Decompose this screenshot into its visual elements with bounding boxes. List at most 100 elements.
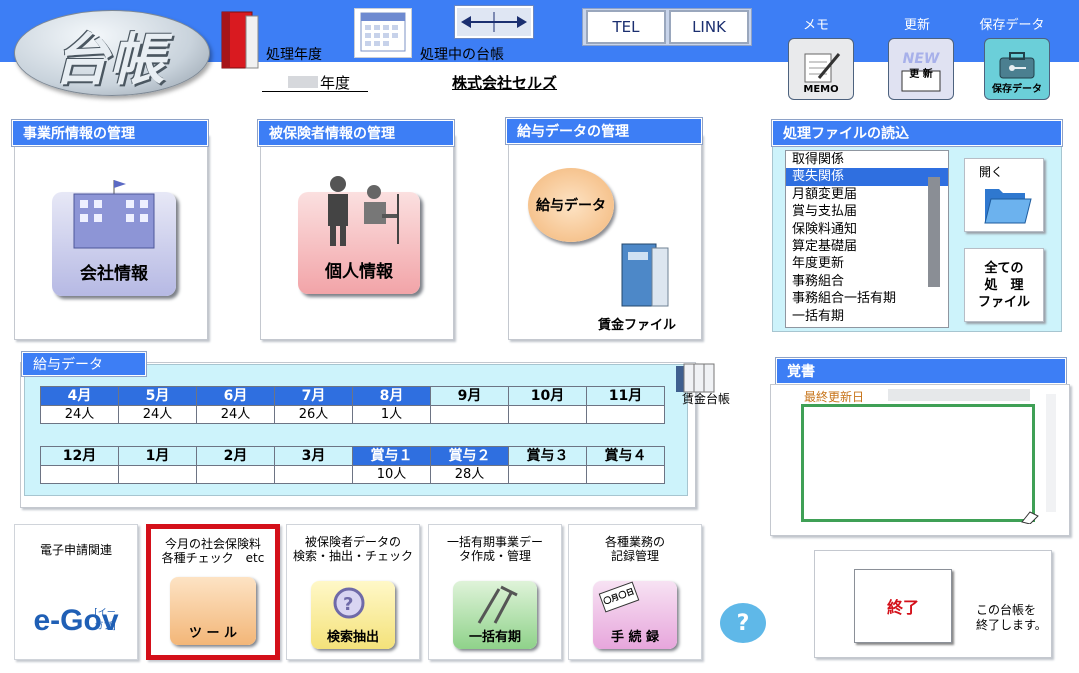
employee-count-cell bbox=[118, 465, 197, 484]
exit-button[interactable]: 終了 bbox=[854, 569, 952, 643]
svg-text:?: ? bbox=[343, 594, 353, 615]
month-cell[interactable]: 7月 bbox=[274, 386, 353, 406]
memo-textarea[interactable] bbox=[801, 404, 1035, 522]
insured-section-title: 被保険者情報の管理 bbox=[257, 119, 455, 147]
social-insurance-check-tool[interactable]: 今月の社会保険料 各種チェック etc ツ ー ル bbox=[146, 524, 280, 660]
month-cell[interactable]: 賞与３ bbox=[508, 446, 587, 466]
employee-count-cell: 24人 bbox=[40, 405, 119, 424]
personal-info-button[interactable]: 個人情報 bbox=[298, 176, 420, 294]
fiscal-year-label: 処理年度 bbox=[266, 47, 322, 63]
list-scrollbar[interactable] bbox=[928, 177, 940, 287]
employee-count-cell: 28人 bbox=[430, 465, 509, 484]
employee-count-cell: 1人 bbox=[352, 405, 431, 424]
employee-count-cell bbox=[196, 465, 275, 484]
calendar-icon[interactable] bbox=[354, 8, 412, 58]
egov-tool[interactable]: 電子申請関連 e-Gov [イーガブ] bbox=[14, 524, 138, 660]
month-cell[interactable]: 10月 bbox=[508, 386, 587, 406]
list-item[interactable]: 事務組合一括有期 bbox=[786, 290, 948, 307]
help-button[interactable]: ? bbox=[720, 603, 766, 643]
employee-count-cell bbox=[274, 465, 353, 484]
employee-count-cell: 24人 bbox=[196, 405, 275, 424]
employee-count-cell bbox=[430, 405, 509, 424]
ledger-logo: 台帳 bbox=[14, 10, 210, 96]
insured-search-tool[interactable]: 被保険者データの 検索・抽出・チェック ? 検索抽出 bbox=[286, 524, 420, 660]
open-file-button[interactable]: 開く bbox=[964, 158, 1044, 232]
list-item[interactable]: 事務組合 bbox=[786, 273, 948, 290]
process-files-list[interactable]: 取得関係 喪失関係 月額変更届 賞与支払届 保険料通知 算定基礎届 年度更新 事… bbox=[785, 150, 949, 328]
fiscal-year-value: 年度 bbox=[262, 72, 368, 92]
wage-file-binder-icon[interactable] bbox=[618, 240, 674, 310]
month-cell[interactable]: 9月 bbox=[430, 386, 509, 406]
last-updated-value bbox=[888, 389, 1030, 401]
all-process-files-button[interactable]: 全ての 処 理 ファイル bbox=[964, 248, 1044, 322]
egov-logo: e-Gov [イーガブ] bbox=[33, 604, 119, 637]
month-cell[interactable]: 4月 bbox=[40, 386, 119, 406]
month-cell[interactable]: 11月 bbox=[586, 386, 665, 406]
magnifier-question-icon: ? bbox=[333, 587, 365, 619]
employee-count-cell: 24人 bbox=[118, 405, 197, 424]
list-item-selected[interactable]: 喪失関係 bbox=[786, 168, 948, 186]
last-updated-label: 最終更新日 bbox=[804, 390, 865, 404]
building-icon bbox=[73, 180, 155, 249]
records-button[interactable]: 〇月〇日 手 続 録 bbox=[593, 581, 677, 649]
save-caption: 保存データ bbox=[979, 18, 1045, 33]
list-item[interactable]: 月額変更届 bbox=[786, 186, 948, 203]
link-button[interactable]: LINK bbox=[669, 10, 749, 44]
salary-month-table-2: 12月 1月 2月 3月 賞与１ 賞与２ 賞与３ 賞与４ 10人 28人 bbox=[40, 446, 665, 484]
employee-count-cell bbox=[508, 405, 587, 424]
employee-count-cell bbox=[586, 465, 665, 484]
month-cell[interactable]: 賞与１ bbox=[352, 446, 431, 466]
month-cell[interactable]: 6月 bbox=[196, 386, 275, 406]
company-name: 株式会社セルズ bbox=[452, 74, 558, 92]
month-cell[interactable]: 8月 bbox=[352, 386, 431, 406]
memo-pencil-icon bbox=[804, 53, 841, 83]
shovel-pickaxe-icon bbox=[477, 585, 518, 624]
double-arrow-icon bbox=[461, 12, 527, 32]
lump-sum-button[interactable]: 一括有期 bbox=[453, 581, 537, 649]
salary-section-title: 給与データの管理 bbox=[505, 117, 703, 145]
salary-month-table-1: 4月 5月 6月 7月 8月 9月 10月 11月 24人 24人 24人 26人 1人 bbox=[40, 386, 665, 424]
list-item[interactable]: 一括有期 bbox=[786, 308, 948, 325]
memo-caption: メモ bbox=[802, 18, 829, 33]
switch-arrow-button[interactable] bbox=[454, 5, 534, 39]
employee-count-cell bbox=[40, 465, 119, 484]
month-cell[interactable]: 3月 bbox=[274, 446, 353, 466]
month-cell[interactable]: 1月 bbox=[118, 446, 197, 466]
wage-ledger-label: 賃金台帳 bbox=[682, 392, 731, 406]
tel-button[interactable]: TEL bbox=[586, 10, 666, 44]
list-item[interactable]: 取得関係 bbox=[786, 151, 948, 168]
memo-button[interactable]: MEMO bbox=[788, 38, 854, 100]
list-item[interactable]: 保険料通知 bbox=[786, 221, 948, 238]
lump-sum-tool[interactable]: 一括有期事業デー タ作成・管理 一括有期 bbox=[428, 524, 562, 660]
list-item[interactable]: 賞与支払届 bbox=[786, 203, 948, 220]
memo-title: 覚書 bbox=[775, 357, 1067, 385]
wage-ledger-icon[interactable] bbox=[672, 360, 720, 394]
employee-count-cell bbox=[508, 465, 587, 484]
search-extract-button[interactable]: ? 検索抽出 bbox=[311, 581, 395, 649]
month-cell[interactable]: 賞与４ bbox=[586, 446, 665, 466]
briefcase-key-icon bbox=[999, 52, 1035, 79]
employee-count-cell: 26人 bbox=[274, 405, 353, 424]
eraser-icon[interactable] bbox=[1020, 510, 1040, 524]
process-files-title: 処理ファイルの読込 bbox=[771, 119, 1063, 147]
company-info-button[interactable]: 会社情報 bbox=[52, 180, 176, 296]
month-cell[interactable]: 2月 bbox=[196, 446, 275, 466]
current-ledger-label: 処理中の台帳 bbox=[420, 47, 504, 63]
month-cell[interactable]: 12月 bbox=[40, 446, 119, 466]
date-tag-icon: 〇月〇日 bbox=[598, 581, 640, 613]
list-item[interactable]: 算定基礎届 bbox=[786, 238, 948, 255]
update-caption: 更新 bbox=[903, 18, 930, 33]
update-button[interactable]: NEW 更 新 bbox=[888, 38, 954, 100]
people-icon bbox=[328, 176, 399, 246]
list-item[interactable]: 年度更新 bbox=[786, 255, 948, 272]
save-data-button[interactable]: 保存データ bbox=[984, 38, 1050, 100]
office-section-title: 事業所情報の管理 bbox=[11, 119, 209, 147]
month-cell[interactable]: 5月 bbox=[118, 386, 197, 406]
memo-scrollbar[interactable] bbox=[1046, 394, 1056, 512]
exit-description: この台帳を 終了します。 bbox=[976, 603, 1047, 632]
red-binder-icon bbox=[221, 11, 259, 69]
records-tool[interactable]: 各種業務の 記録管理 〇月〇日 手 続 録 bbox=[568, 524, 702, 660]
month-cell[interactable]: 賞与２ bbox=[430, 446, 509, 466]
salary-data-button[interactable]: 給与データ bbox=[528, 168, 614, 242]
tool-button[interactable]: ツ ー ル bbox=[170, 577, 256, 645]
